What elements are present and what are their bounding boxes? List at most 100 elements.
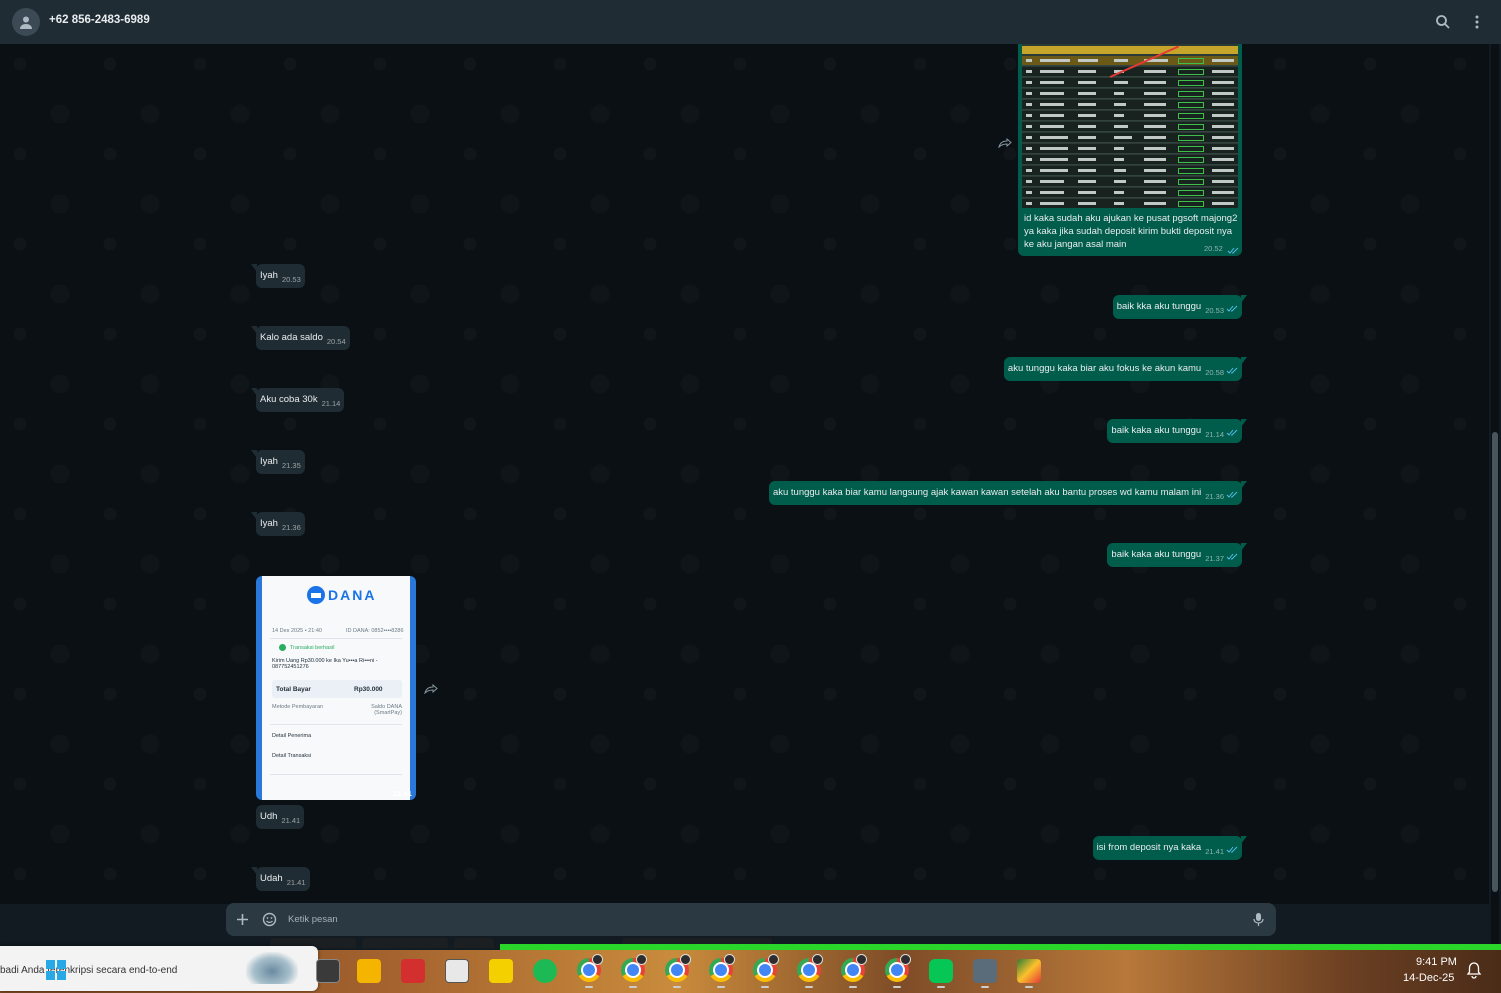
menu-icon[interactable] (1468, 13, 1486, 31)
clock-time[interactable]: 9:41 PM (1416, 956, 1457, 968)
dana-receipt-image[interactable]: DANA 14 Des 2025 • 21:40 ID DANA: 0852••… (256, 576, 416, 800)
read-ticks-icon (1226, 846, 1238, 853)
incoming-message[interactable]: Udh 21.41 (256, 805, 305, 829)
incoming-message[interactable]: Kalo ada saldo 20.54 (251, 326, 350, 350)
running-indicator (805, 986, 813, 988)
contact-name[interactable]: +62 856-2483-6989 (49, 14, 150, 26)
bluestacks-icon[interactable] (1017, 959, 1041, 983)
incoming-message[interactable]: Aku coba 30k 21.14 (251, 388, 345, 412)
sheet-row (1022, 199, 1238, 208)
chat-area[interactable] (0, 44, 1489, 904)
message-text: Udah (260, 873, 283, 884)
message-text: baik kaka aku tunggu (1111, 549, 1202, 560)
message-time: 20.54 (326, 337, 346, 346)
message-time: 21.37 (1205, 554, 1224, 563)
read-ticks-icon (1226, 305, 1238, 312)
chat-header: +62 856-2483-6989 (0, 0, 1501, 44)
message-text: Iyah (260, 270, 278, 281)
message-time: 21.41 (1205, 847, 1224, 856)
outgoing-message[interactable]: baik kaka aku tunggu 21.37 (1107, 543, 1247, 567)
read-ticks-icon (1226, 491, 1238, 498)
running-indicator (849, 986, 857, 988)
sticky-notes-icon[interactable] (489, 959, 513, 983)
transaction-detail: Detail Transaksi (272, 753, 312, 759)
outgoing-message[interactable]: baik kaka aku tunggu 21.14 (1107, 419, 1247, 443)
method-label: Metode Pembayaran (272, 704, 324, 710)
notification-bell-icon[interactable] (1465, 961, 1483, 979)
success-check-icon (279, 644, 286, 651)
sheet-row (1022, 155, 1238, 165)
running-indicator (717, 986, 725, 988)
message-input[interactable]: Ketik pesan (288, 914, 338, 925)
incoming-message[interactable]: Iyah 20.53 (251, 264, 305, 288)
windows-start-icon[interactable] (46, 960, 66, 980)
sheet-row (1022, 144, 1238, 154)
spotify-icon[interactable] (533, 959, 557, 983)
incoming-message[interactable]: Iyah 21.36 (251, 512, 305, 536)
message-composer: Ketik pesan (226, 903, 1276, 936)
forward-icon[interactable] (424, 684, 438, 694)
line-app-icon[interactable] (929, 959, 953, 983)
message-text: Aku coba 30k (260, 394, 318, 405)
read-ticks-icon (1226, 367, 1238, 374)
sheet-row (1022, 89, 1238, 99)
search-icon[interactable] (1434, 13, 1452, 31)
profile-badge-icon (724, 954, 735, 965)
window-tab[interactable] (362, 938, 448, 948)
image-time: 21.41 (393, 789, 412, 798)
profile-badge-icon (812, 954, 823, 965)
outgoing-message[interactable]: aku tunggu kaka biar kamu langsung ajak … (768, 481, 1247, 505)
plus-icon[interactable] (236, 913, 249, 926)
running-indicator (981, 986, 989, 988)
notification-popup[interactable]: badi Anda terenkripsi secara end-to-end (0, 946, 318, 991)
message-time: 21.41 (286, 878, 306, 887)
sheet-row (1022, 177, 1238, 187)
sheet-row (1022, 78, 1238, 88)
total-label: Total Bayar (276, 686, 311, 693)
outgoing-message[interactable]: isi from deposit nya kaka 21.41 (1092, 836, 1247, 860)
text-editor-icon[interactable] (445, 959, 469, 983)
sheet-row (1022, 166, 1238, 176)
sheet-row (1022, 100, 1238, 110)
wps-office-icon[interactable] (401, 959, 425, 983)
receipt-date: 14 Des 2025 • 21:40 (272, 628, 322, 634)
message-time: 21.41 (281, 816, 301, 825)
message-time: 21.14 (321, 399, 341, 408)
message-text: aku tunggu kaka biar aku fokus ke akun k… (1007, 363, 1202, 374)
sticker-icon[interactable] (262, 912, 277, 927)
outgoing-message[interactable]: baik kka aku tunggu 20.53 (1112, 295, 1247, 319)
microphone-icon[interactable] (1253, 912, 1264, 927)
receipt-id: ID DANA: 0852••••8286 (346, 628, 404, 634)
message-text: Iyah (260, 518, 278, 529)
message-text: Iyah (260, 456, 278, 467)
dana-logo: DANA (306, 584, 386, 606)
sheet-row (1022, 111, 1238, 121)
file-explorer-icon[interactable] (357, 959, 381, 983)
message-time: 21.36 (1205, 492, 1224, 501)
incoming-message[interactable]: Udah 21.41 (251, 867, 310, 891)
message-text: isi from deposit nya kaka (1096, 842, 1202, 853)
message-time: 20.52 (1204, 243, 1239, 254)
window-tab[interactable] (454, 938, 494, 948)
app-icon[interactable] (973, 959, 997, 983)
clock-date[interactable]: 14-Dec-25 (1403, 972, 1454, 984)
receipt-description: Kirim Uang Rp30.000 ke Ika Yu•••a Ri•••n… (272, 658, 378, 670)
receipt-paper: DANA 14 Des 2025 • 21:40 ID DANA: 0852••… (262, 576, 410, 800)
profile-badge-icon (900, 954, 911, 965)
read-ticks-icon (1226, 429, 1238, 436)
incoming-message[interactable]: Iyah 21.35 (251, 450, 305, 474)
running-indicator (629, 986, 637, 988)
receipt-status: Transaksi berhasil (290, 645, 335, 651)
profile-badge-icon (680, 954, 691, 965)
task-view-icon[interactable] (316, 959, 340, 983)
scrollbar-thumb[interactable] (1492, 432, 1498, 892)
notification-thumbnail (246, 952, 298, 984)
divider (270, 638, 402, 639)
profile-badge-icon (592, 954, 603, 965)
total-value: Rp30.000 (354, 686, 383, 693)
profile-badge-icon (856, 954, 867, 965)
outgoing-message[interactable]: aku tunggu kaka biar aku fokus ke akun k… (1003, 357, 1247, 381)
method-value: Saldo DANA (SmartPay) (371, 704, 402, 716)
avatar[interactable] (12, 8, 40, 36)
forward-icon[interactable] (998, 138, 1012, 148)
